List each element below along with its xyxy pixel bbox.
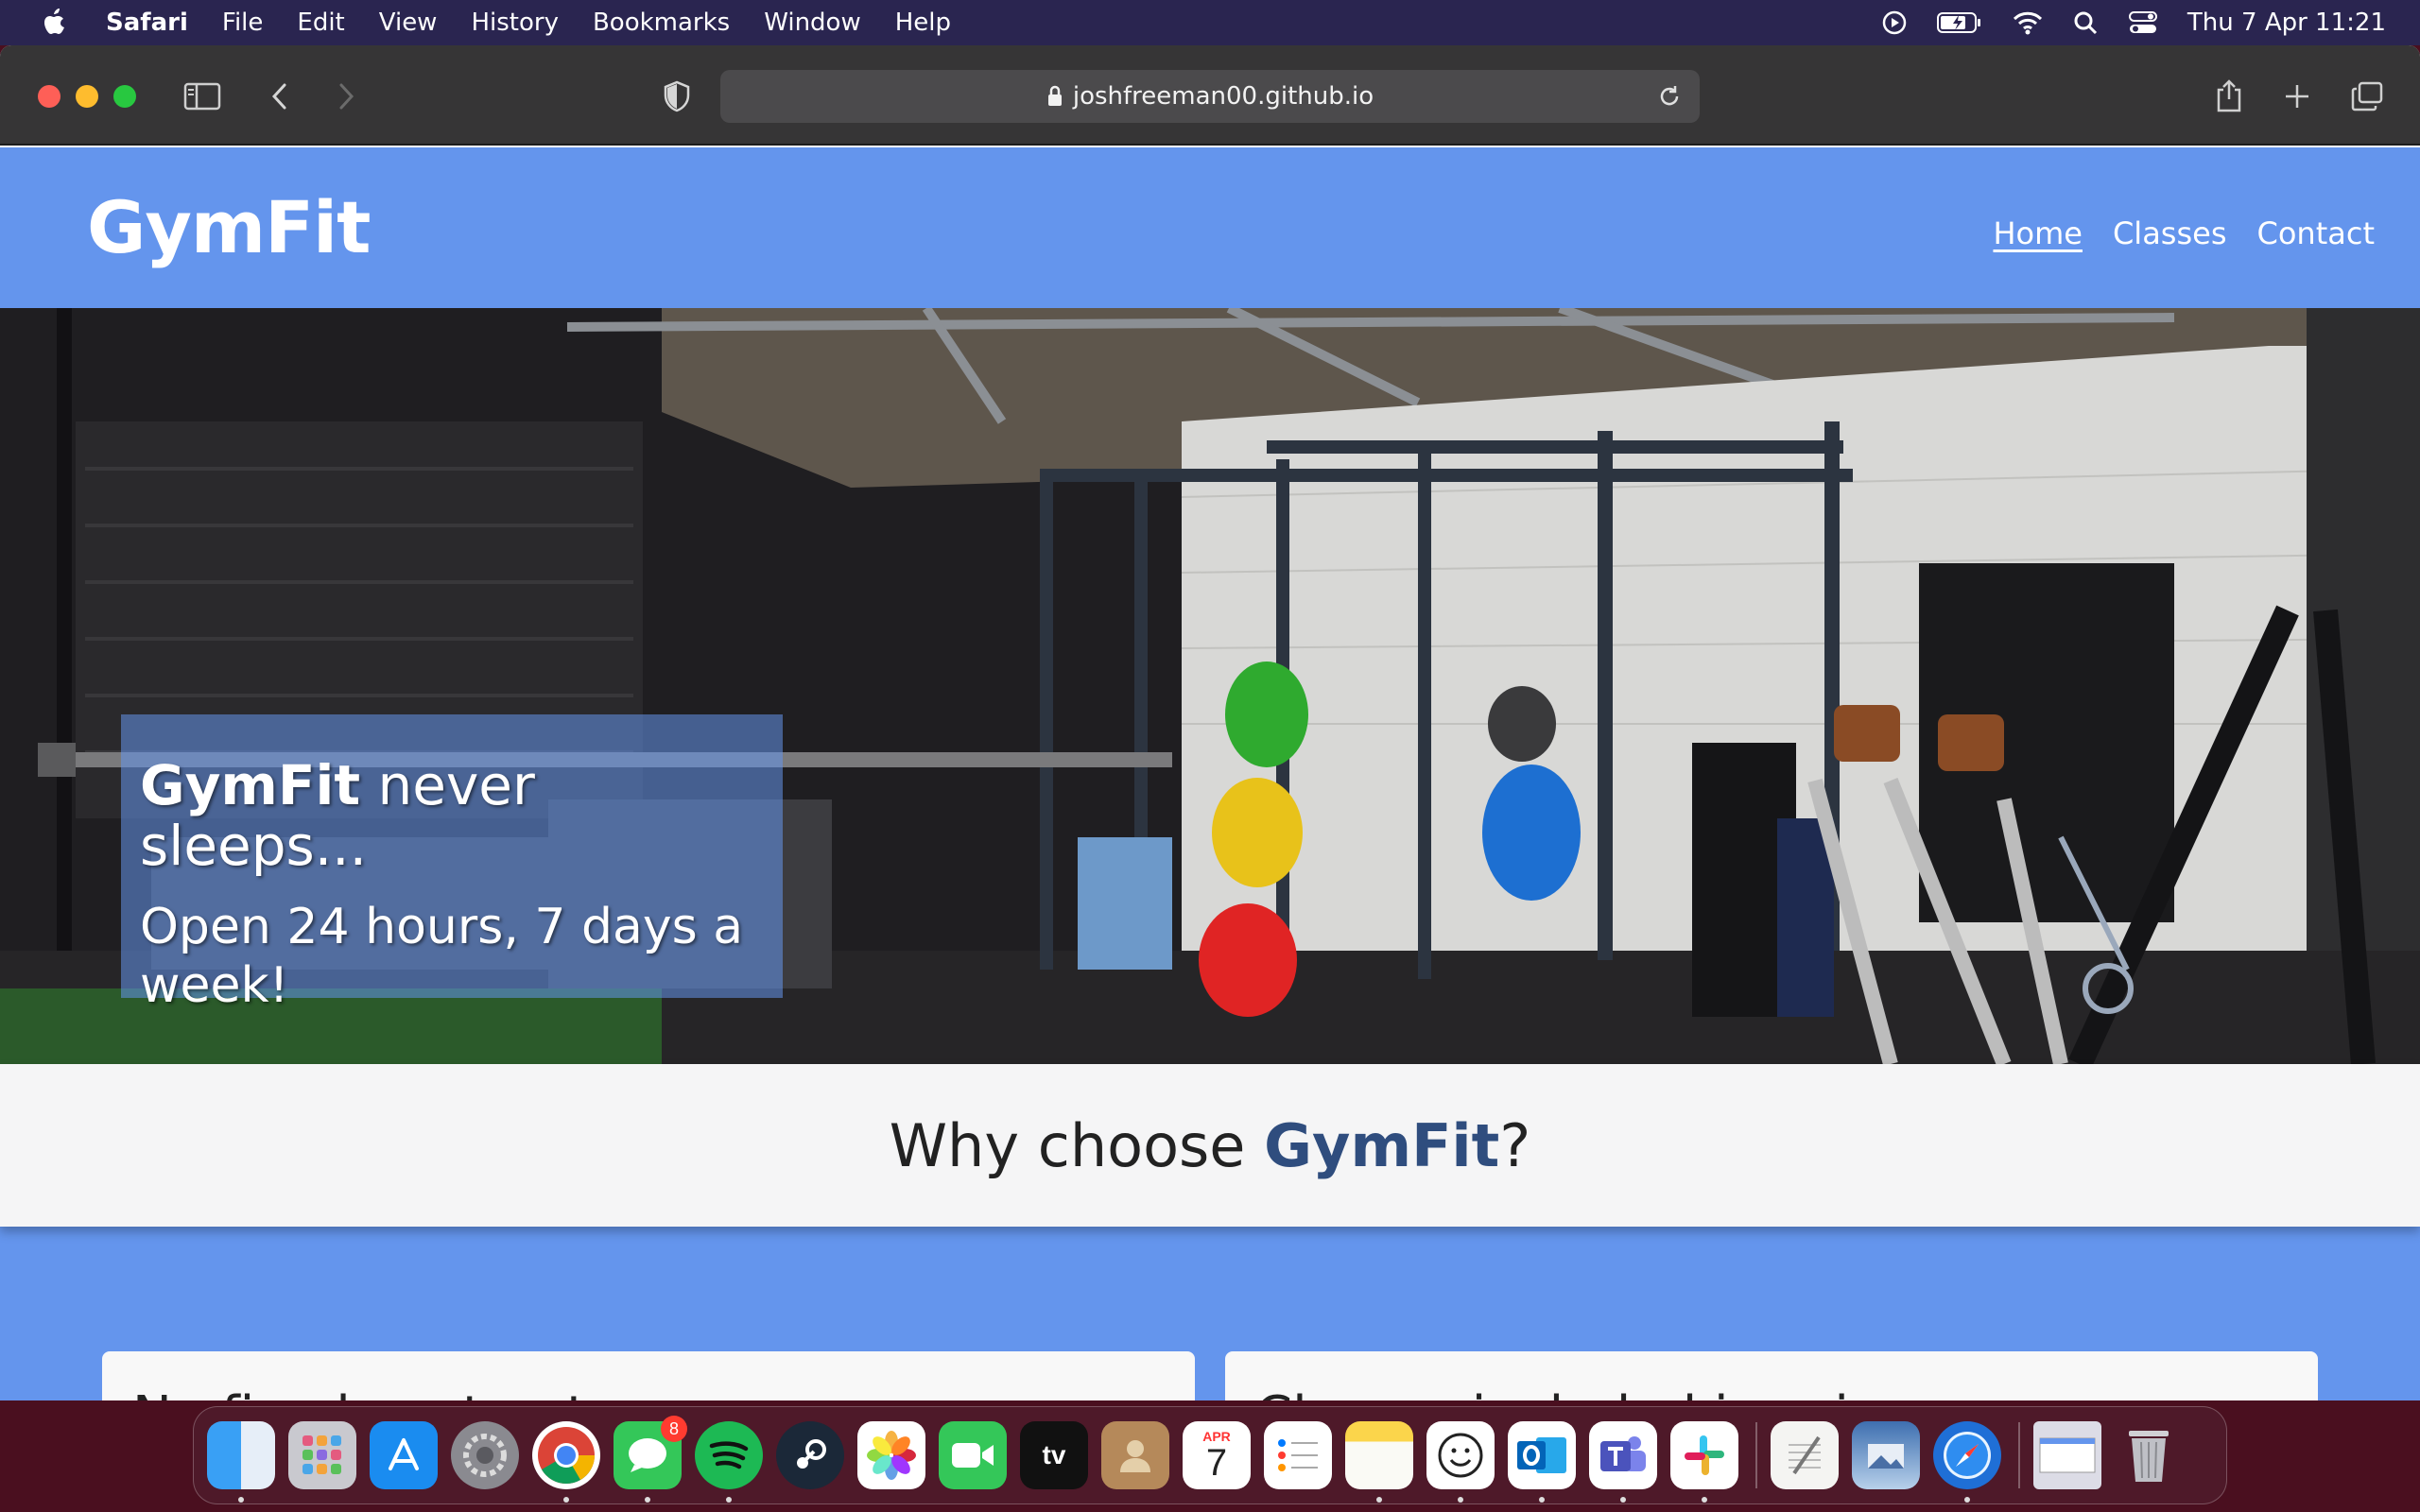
menu-view[interactable]: View — [379, 9, 438, 37]
nav-contact-link[interactable]: Contact — [2257, 215, 2376, 251]
outlook-icon[interactable] — [1508, 1421, 1576, 1503]
control-center-icon[interactable] — [2127, 9, 2159, 36]
running-indicator — [1620, 1497, 1626, 1503]
messages-badge: 8 — [661, 1416, 687, 1442]
running-indicator — [1702, 1497, 1707, 1503]
window-minimize-button[interactable] — [76, 85, 98, 108]
preview-icon[interactable] — [1852, 1421, 1920, 1489]
nav-home-link[interactable]: Home — [1993, 215, 2083, 251]
running-indicator — [1458, 1497, 1463, 1503]
back-icon[interactable] — [257, 74, 302, 119]
running-indicator — [726, 1497, 732, 1503]
textedit-icon[interactable] — [1771, 1421, 1839, 1489]
lock-icon — [1046, 85, 1063, 108]
hero-subtitle: Open 24 hours, 7 days a week! — [140, 898, 744, 1014]
wifi-icon[interactable] — [2012, 9, 2044, 36]
running-indicator — [645, 1497, 650, 1503]
slack-icon[interactable] — [1670, 1421, 1738, 1503]
minimized-window-thumbnail[interactable] — [2033, 1421, 2101, 1489]
macos-menu-bar: Safari File Edit View History Bookmarks … — [0, 0, 2420, 45]
safari-icon[interactable] — [1933, 1421, 2001, 1503]
tab-overview-icon[interactable] — [2344, 74, 2390, 119]
menu-window[interactable]: Window — [764, 9, 861, 37]
site-logo[interactable]: GymFit — [87, 185, 371, 269]
search-icon[interactable] — [2072, 9, 2099, 36]
battery-icon[interactable] — [1936, 10, 1983, 35]
messages-icon[interactable]: 8 — [614, 1416, 687, 1503]
apple-menu-icon[interactable] — [38, 6, 72, 40]
feature-card-classes: Classes included in price — [1225, 1351, 2318, 1400]
feature-card-no-contract: No fixed contract — [102, 1351, 1195, 1400]
macos-dock: 8 tv APR 7 — [193, 1406, 2227, 1504]
launchpad-icon[interactable] — [288, 1421, 356, 1489]
apple-tv-icon[interactable]: tv — [1020, 1421, 1088, 1489]
reload-icon[interactable] — [1654, 81, 1685, 112]
sidebar-toggle-icon[interactable] — [180, 74, 225, 119]
hero-caption-box: GymFit never sleeps... Open 24 hours, 7 … — [121, 714, 783, 1014]
menu-edit[interactable]: Edit — [297, 9, 344, 37]
card-title: Classes included in price — [1255, 1385, 1910, 1400]
spotify-icon[interactable] — [695, 1421, 763, 1503]
nav-classes-link[interactable]: Classes — [2113, 215, 2227, 251]
web-page: GymFit Home Classes Contact GymFit never… — [0, 147, 2420, 1400]
privacy-shield-icon[interactable] — [654, 74, 700, 119]
menu-app-safari[interactable]: Safari — [106, 9, 188, 37]
menubar-clock[interactable]: Thu 7 Apr 11:21 — [2187, 9, 2386, 37]
menu-bookmarks[interactable]: Bookmarks — [593, 9, 730, 37]
card-title: No fixed contract — [132, 1385, 587, 1400]
steam-icon[interactable] — [776, 1421, 844, 1489]
facetime-icon[interactable] — [939, 1421, 1007, 1489]
running-indicator — [1376, 1497, 1382, 1503]
photos-icon[interactable] — [857, 1421, 925, 1489]
chrome-icon[interactable] — [532, 1421, 600, 1503]
menu-history[interactable]: History — [471, 9, 559, 37]
notes-icon[interactable] — [1345, 1421, 1413, 1503]
finder-icon[interactable] — [207, 1421, 275, 1503]
hero-section: GymFit never sleeps... Open 24 hours, 7 … — [0, 308, 2420, 1064]
site-nav: Home Classes Contact — [1993, 215, 2375, 251]
running-indicator — [563, 1497, 569, 1503]
new-tab-icon[interactable] — [2274, 74, 2320, 119]
system-preferences-icon[interactable] — [451, 1421, 519, 1489]
calendar-day: 7 — [1205, 1442, 1228, 1484]
window-close-button[interactable] — [38, 85, 60, 108]
app-store-icon[interactable] — [370, 1421, 438, 1489]
running-indicator — [238, 1497, 244, 1503]
share-icon[interactable] — [2206, 74, 2252, 119]
menu-file[interactable]: File — [222, 9, 264, 37]
forward-icon[interactable] — [323, 74, 369, 119]
safari-window: joshfreeman00.github.io GymFit Home Clas… — [0, 45, 2420, 1400]
calendar-icon[interactable]: APR 7 — [1183, 1421, 1251, 1489]
site-header: GymFit Home Classes Contact — [0, 147, 2420, 308]
tv-label: tv — [1042, 1440, 1066, 1469]
running-indicator — [1539, 1497, 1545, 1503]
hero-title: GymFit never sleeps... — [140, 753, 535, 878]
browser-toolbar: joshfreeman00.github.io — [0, 45, 2420, 146]
window-zoom-button[interactable] — [113, 85, 136, 108]
url-text: joshfreeman00.github.io — [1072, 82, 1374, 111]
play-icon[interactable] — [1881, 9, 1908, 36]
menu-help[interactable]: Help — [895, 9, 951, 37]
trash-icon[interactable] — [2115, 1421, 2183, 1489]
why-choose-section: Why choose GymFit? — [0, 1064, 2420, 1227]
address-bar[interactable]: joshfreeman00.github.io — [720, 70, 1700, 123]
teams-icon[interactable] — [1589, 1421, 1657, 1503]
reminders-icon[interactable] — [1264, 1421, 1332, 1489]
contacts-icon[interactable] — [1101, 1421, 1169, 1489]
running-indicator — [1964, 1497, 1970, 1503]
memoji-icon[interactable] — [1426, 1421, 1495, 1503]
why-choose-heading: Why choose GymFit? — [889, 1110, 1531, 1180]
dock-separator — [1755, 1422, 1757, 1488]
dock-separator — [2018, 1422, 2020, 1488]
